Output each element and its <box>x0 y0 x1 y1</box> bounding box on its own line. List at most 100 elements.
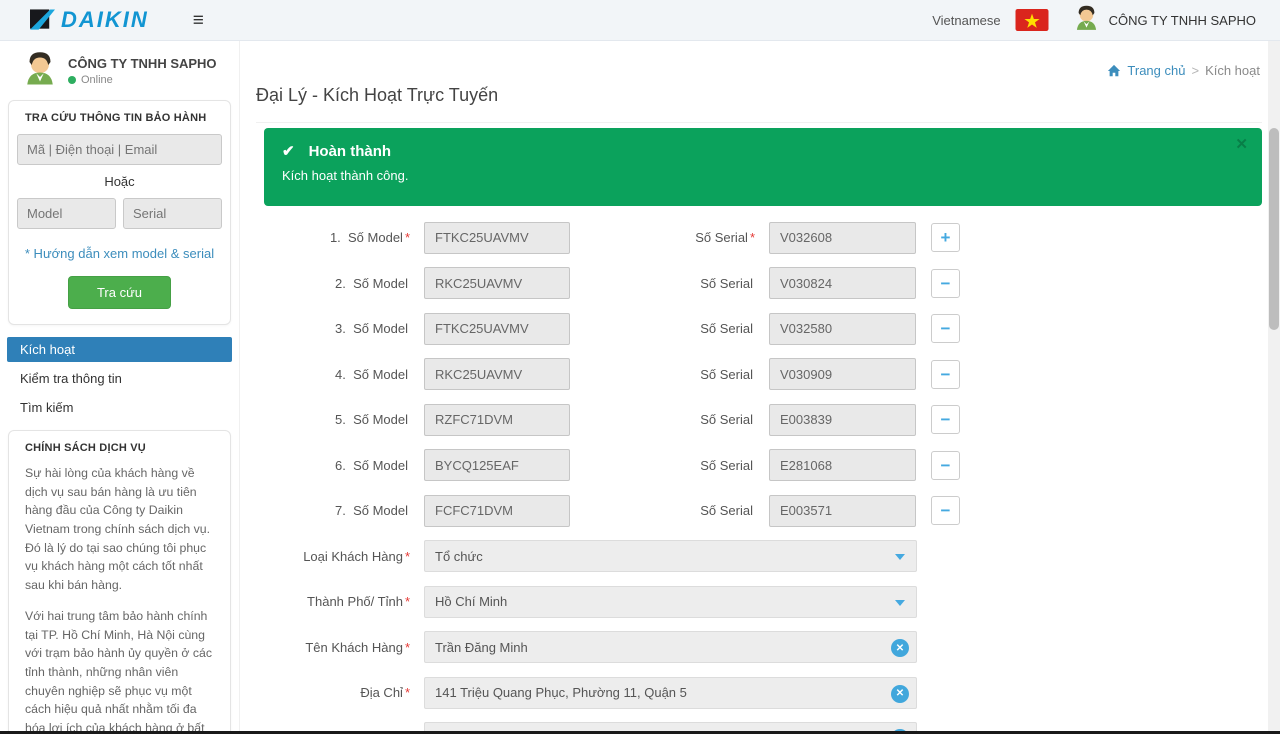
lookup-serial-input[interactable] <box>123 198 222 229</box>
field-value: Trần Đăng Minh <box>435 640 528 655</box>
serial-label: Số Serial <box>570 458 755 473</box>
brand-text: DAIKIN <box>61 7 149 33</box>
serial-input[interactable] <box>769 495 916 527</box>
sidebar-user-name: CÔNG TY TNHH SAPHO <box>68 56 217 71</box>
row-action-button[interactable]: − <box>931 360 960 389</box>
lookup-code-input[interactable] <box>17 134 222 165</box>
policy-paragraph: Sự hài lòng của khách hàng về dịch vụ sa… <box>25 464 214 595</box>
model-input[interactable] <box>424 449 570 481</box>
lookup-card-title: TRA CỨU THÔNG TIN BẢO HÀNH <box>25 112 222 124</box>
field-control[interactable]: Tổ chức <box>424 540 917 572</box>
device-row: 6. Số Model Số Serial − <box>240 443 1268 489</box>
page: DAIKIN ≡ Vietnamese CÔNG TY TNHH SAPHO <box>0 0 1280 734</box>
row-action-button[interactable]: − <box>931 269 960 298</box>
daikin-logo[interactable]: DAIKIN <box>30 7 149 33</box>
serial-label: Số Serial <box>570 321 755 336</box>
page-title: Đại Lý - Kích Hoạt Trực Tuyến <box>256 85 498 106</box>
lookup-search-button[interactable]: Tra cứu <box>68 276 171 309</box>
serial-input[interactable] <box>769 404 916 436</box>
device-row: 5. Số Model Số Serial − <box>240 397 1268 443</box>
scrollbar-thumb[interactable] <box>1269 128 1279 330</box>
model-input[interactable] <box>424 495 570 527</box>
field-control[interactable]: 141 Triệu Quang Phục, Phường 11, Quận 5 <box>424 677 917 709</box>
model-label: 2. Số Model <box>240 276 410 291</box>
sidebar-menu: Kích hoạt Kiểm tra thông tin Tìm kiếm <box>7 337 232 420</box>
device-row: 2. Số Model Số Serial − <box>240 261 1268 307</box>
title-divider <box>256 122 1262 123</box>
field-label: Loại Khách Hàng* <box>240 549 410 564</box>
sidebar-menu-item[interactable]: Kích hoạt <box>7 337 232 362</box>
field-value: Tổ chức <box>435 549 483 564</box>
menu-toggle-icon[interactable]: ≡ <box>193 11 204 30</box>
model-input[interactable] <box>424 358 570 390</box>
home-icon <box>1107 64 1121 78</box>
dropdown-caret-icon <box>895 600 905 606</box>
serial-input[interactable] <box>769 222 916 254</box>
daikin-logo-icon <box>30 9 55 32</box>
scrollbar[interactable] <box>1268 41 1280 734</box>
row-action-button[interactable]: − <box>931 405 960 434</box>
device-row: 3. Số Model Số Serial − <box>240 306 1268 352</box>
sidebar-menu-item[interactable]: Kiểm tra thông tin <box>7 366 232 391</box>
serial-input[interactable] <box>769 267 916 299</box>
model-input[interactable] <box>424 404 570 436</box>
or-label: Hoặc <box>17 174 222 189</box>
close-icon[interactable]: ✕ <box>1235 137 1248 152</box>
clear-input-icon[interactable] <box>891 639 909 657</box>
activation-form: 1. Số Model* Số Serial* + 2. Số Model Số… <box>240 215 1268 734</box>
model-serial-guide-link[interactable]: * Hướng dẫn xem model & serial <box>17 246 222 261</box>
sidebar-user-panel: CÔNG TY TNHH SAPHO Online <box>0 41 239 98</box>
online-status-icon <box>68 76 76 84</box>
row-action-button[interactable]: − <box>931 496 960 525</box>
service-policy-card: CHÍNH SÁCH DỊCH VỤ Sự hài lòng của khách… <box>8 430 231 734</box>
language-label[interactable]: Vietnamese <box>932 13 1000 28</box>
breadcrumb-home-link[interactable]: Trang chủ <box>1127 63 1185 78</box>
header-user-name[interactable]: CÔNG TY TNHH SAPHO <box>1109 13 1256 28</box>
field-control[interactable]: Hồ Chí Minh <box>424 586 917 618</box>
field-control[interactable]: Trần Đăng Minh <box>424 631 917 663</box>
field-row: Loại Khách Hàng* Tổ chức <box>240 534 1268 580</box>
field-row: Tên Khách Hàng* Trần Đăng Minh <box>240 625 1268 671</box>
sidebar-menu-item[interactable]: Tìm kiếm <box>7 395 232 420</box>
model-input[interactable] <box>424 313 570 345</box>
top-header: DAIKIN ≡ Vietnamese CÔNG TY TNHH SAPHO <box>0 0 1280 41</box>
serial-label: Số Serial <box>570 276 755 291</box>
dropdown-caret-icon <box>895 554 905 560</box>
clear-input-icon[interactable] <box>891 685 909 703</box>
model-label: 6. Số Model <box>240 458 410 473</box>
warranty-lookup-card: TRA CỨU THÔNG TIN BẢO HÀNH Hoặc * Hướng … <box>8 100 231 325</box>
row-action-button[interactable]: − <box>931 314 960 343</box>
row-action-button[interactable]: + <box>931 223 960 252</box>
serial-input[interactable] <box>769 313 916 345</box>
device-row: 7. Số Model Số Serial − <box>240 488 1268 534</box>
menu-item-label: Kiểm tra thông tin <box>20 371 122 386</box>
menu-item-label: Tìm kiếm <box>20 400 73 415</box>
model-label: 4. Số Model <box>240 367 410 382</box>
model-input[interactable] <box>424 267 570 299</box>
success-alert: ✔ Hoàn thành Kích hoạt thành công. ✕ <box>264 128 1262 206</box>
field-label: Địa Chỉ* <box>240 685 410 700</box>
model-label: 1. Số Model* <box>240 230 410 245</box>
user-avatar <box>22 50 58 91</box>
field-value: 141 Triệu Quang Phục, Phường 11, Quận 5 <box>435 685 687 700</box>
check-icon: ✔ <box>282 142 295 160</box>
serial-label: Số Serial <box>570 503 755 518</box>
lookup-model-input[interactable] <box>17 198 116 229</box>
main-content: Trang chủ > Kích hoạt Đại Lý - Kích Hoạt… <box>240 41 1268 734</box>
model-label: 5. Số Model <box>240 412 410 427</box>
model-label: 7. Số Model <box>240 503 410 518</box>
serial-input[interactable] <box>769 449 916 481</box>
model-input[interactable] <box>424 222 570 254</box>
serial-label: Số Serial <box>570 412 755 427</box>
user-avatar[interactable] <box>1073 4 1100 36</box>
menu-item-label: Kích hoạt <box>20 342 75 357</box>
serial-label: Số Serial* <box>570 230 755 245</box>
serial-input[interactable] <box>769 358 916 390</box>
header-right: Vietnamese CÔNG TY TNHH SAPHO <box>932 4 1256 36</box>
field-label: Tên Khách Hàng* <box>240 640 410 655</box>
vietnam-flag-icon[interactable] <box>1015 9 1049 31</box>
field-label: Thành Phố/ Tỉnh* <box>240 594 410 609</box>
row-action-button[interactable]: − <box>931 451 960 480</box>
device-row: 1. Số Model* Số Serial* + <box>240 215 1268 261</box>
policy-card-title: CHÍNH SÁCH DỊCH VỤ <box>25 442 222 454</box>
